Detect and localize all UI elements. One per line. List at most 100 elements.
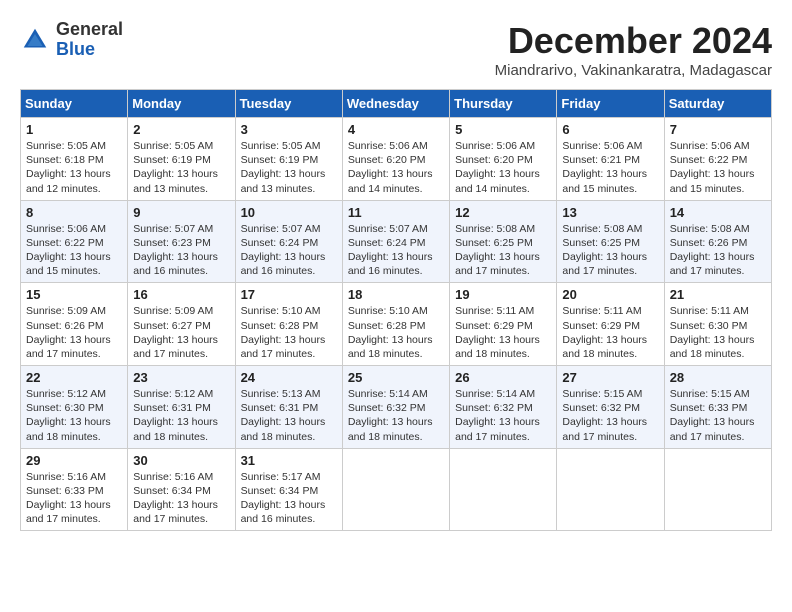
day-of-week-header: Thursday: [450, 90, 557, 118]
day-info: Sunrise: 5:08 AM Sunset: 6:25 PM Dayligh…: [455, 222, 551, 279]
day-info: Sunrise: 5:10 AM Sunset: 6:28 PM Dayligh…: [241, 304, 337, 361]
day-info: Sunrise: 5:17 AM Sunset: 6:34 PM Dayligh…: [241, 470, 337, 527]
logo-blue-text: Blue: [56, 40, 123, 60]
day-number: 25: [348, 370, 444, 385]
calendar-cell: 31Sunrise: 5:17 AM Sunset: 6:34 PM Dayli…: [235, 448, 342, 531]
day-info: Sunrise: 5:14 AM Sunset: 6:32 PM Dayligh…: [348, 387, 444, 444]
day-number: 26: [455, 370, 551, 385]
calendar-cell: [557, 448, 664, 531]
logo-general-text: General: [56, 20, 123, 40]
day-number: 17: [241, 287, 337, 302]
calendar-table: SundayMondayTuesdayWednesdayThursdayFrid…: [20, 89, 772, 531]
day-of-week-header: Tuesday: [235, 90, 342, 118]
day-info: Sunrise: 5:07 AM Sunset: 6:23 PM Dayligh…: [133, 222, 229, 279]
day-number: 2: [133, 122, 229, 137]
calendar-cell: 4 Sunrise: 5:06 AM Sunset: 6:20 PM Daylig…: [342, 118, 449, 201]
day-number: 4: [348, 122, 444, 137]
calendar-cell: [450, 448, 557, 531]
calendar-cell: 1 Sunrise: 5:05 AM Sunset: 6:18 PM Daylig…: [21, 118, 128, 201]
day-number: 19: [455, 287, 551, 302]
calendar-cell: 25 Sunrise: 5:14 AM Sunset: 6:32 PM Dayli…: [342, 366, 449, 449]
day-info: Sunrise: 5:06 AM Sunset: 6:20 PM Dayligh…: [348, 139, 444, 196]
logo-icon: [20, 25, 50, 55]
day-number: 16: [133, 287, 229, 302]
calendar-cell: 24 Sunrise: 5:13 AM Sunset: 6:31 PM Dayli…: [235, 366, 342, 449]
day-info: Sunrise: 5:12 AM Sunset: 6:30 PM Dayligh…: [26, 387, 122, 444]
day-info: Sunrise: 5:05 AM Sunset: 6:19 PM Dayligh…: [133, 139, 229, 196]
day-number: 29: [26, 453, 122, 468]
calendar-week-row: 22Sunrise: 5:12 AM Sunset: 6:30 PM Dayli…: [21, 366, 772, 449]
page-header: General Blue December 2024 Miandrarivo, …: [20, 20, 772, 79]
day-info: Sunrise: 5:13 AM Sunset: 6:31 PM Dayligh…: [241, 387, 337, 444]
day-number: 14: [670, 205, 766, 220]
calendar-cell: 2 Sunrise: 5:05 AM Sunset: 6:19 PM Daylig…: [128, 118, 235, 201]
day-info: Sunrise: 5:06 AM Sunset: 6:22 PM Dayligh…: [670, 139, 766, 196]
day-number: 18: [348, 287, 444, 302]
day-number: 27: [562, 370, 658, 385]
calendar-cell: 17 Sunrise: 5:10 AM Sunset: 6:28 PM Dayli…: [235, 283, 342, 366]
day-info: Sunrise: 5:09 AM Sunset: 6:26 PM Dayligh…: [26, 304, 122, 361]
day-of-week-header: Sunday: [21, 90, 128, 118]
calendar-cell: 27 Sunrise: 5:15 AM Sunset: 6:32 PM Dayli…: [557, 366, 664, 449]
calendar-cell: 15 Sunrise: 5:09 AM Sunset: 6:26 PM Dayli…: [21, 283, 128, 366]
calendar-cell: 7 Sunrise: 5:06 AM Sunset: 6:22 PM Daylig…: [664, 118, 771, 201]
calendar-cell: 13Sunrise: 5:08 AM Sunset: 6:25 PM Dayli…: [557, 200, 664, 283]
calendar-cell: 30 Sunrise: 5:16 AM Sunset: 6:34 PM Dayli…: [128, 448, 235, 531]
calendar-cell: 28Sunrise: 5:15 AM Sunset: 6:33 PM Dayli…: [664, 366, 771, 449]
calendar-cell: 18 Sunrise: 5:10 AM Sunset: 6:28 PM Dayli…: [342, 283, 449, 366]
day-number: 30: [133, 453, 229, 468]
day-number: 10: [241, 205, 337, 220]
calendar-cell: [664, 448, 771, 531]
day-number: 28: [670, 370, 766, 385]
calendar-week-row: 15 Sunrise: 5:09 AM Sunset: 6:26 PM Dayli…: [21, 283, 772, 366]
day-info: Sunrise: 5:08 AM Sunset: 6:25 PM Dayligh…: [562, 222, 658, 279]
day-info: Sunrise: 5:06 AM Sunset: 6:22 PM Dayligh…: [26, 222, 122, 279]
day-info: Sunrise: 5:06 AM Sunset: 6:21 PM Dayligh…: [562, 139, 658, 196]
day-number: 11: [348, 205, 444, 220]
calendar-cell: 20 Sunrise: 5:11 AM Sunset: 6:29 PM Dayli…: [557, 283, 664, 366]
calendar-cell: 16 Sunrise: 5:09 AM Sunset: 6:27 PM Dayli…: [128, 283, 235, 366]
day-info: Sunrise: 5:07 AM Sunset: 6:24 PM Dayligh…: [348, 222, 444, 279]
calendar-cell: 11 Sunrise: 5:07 AM Sunset: 6:24 PM Dayli…: [342, 200, 449, 283]
calendar-week-row: 29 Sunrise: 5:16 AM Sunset: 6:33 PM Dayli…: [21, 448, 772, 531]
day-of-week-header: Monday: [128, 90, 235, 118]
calendar-cell: 26Sunrise: 5:14 AM Sunset: 6:32 PM Dayli…: [450, 366, 557, 449]
calendar-cell: 29 Sunrise: 5:16 AM Sunset: 6:33 PM Dayli…: [21, 448, 128, 531]
day-info: Sunrise: 5:16 AM Sunset: 6:33 PM Dayligh…: [26, 470, 122, 527]
day-number: 23: [133, 370, 229, 385]
day-info: Sunrise: 5:10 AM Sunset: 6:28 PM Dayligh…: [348, 304, 444, 361]
day-info: Sunrise: 5:05 AM Sunset: 6:19 PM Dayligh…: [241, 139, 337, 196]
calendar-cell: 22Sunrise: 5:12 AM Sunset: 6:30 PM Dayli…: [21, 366, 128, 449]
calendar-cell: 8Sunrise: 5:06 AM Sunset: 6:22 PM Daylig…: [21, 200, 128, 283]
day-info: Sunrise: 5:08 AM Sunset: 6:26 PM Dayligh…: [670, 222, 766, 279]
day-info: Sunrise: 5:16 AM Sunset: 6:34 PM Dayligh…: [133, 470, 229, 527]
day-info: Sunrise: 5:05 AM Sunset: 6:18 PM Dayligh…: [26, 139, 122, 196]
month-title: December 2024: [495, 20, 772, 62]
day-of-week-header: Friday: [557, 90, 664, 118]
calendar-cell: 10 Sunrise: 5:07 AM Sunset: 6:24 PM Dayli…: [235, 200, 342, 283]
day-number: 24: [241, 370, 337, 385]
day-number: 3: [241, 122, 337, 137]
day-number: 15: [26, 287, 122, 302]
calendar-cell: 6 Sunrise: 5:06 AM Sunset: 6:21 PM Daylig…: [557, 118, 664, 201]
day-number: 5: [455, 122, 551, 137]
calendar-week-row: 8Sunrise: 5:06 AM Sunset: 6:22 PM Daylig…: [21, 200, 772, 283]
day-info: Sunrise: 5:11 AM Sunset: 6:29 PM Dayligh…: [562, 304, 658, 361]
day-number: 7: [670, 122, 766, 137]
calendar-cell: 21 Sunrise: 5:11 AM Sunset: 6:30 PM Dayli…: [664, 283, 771, 366]
day-number: 9: [133, 205, 229, 220]
day-info: Sunrise: 5:07 AM Sunset: 6:24 PM Dayligh…: [241, 222, 337, 279]
day-info: Sunrise: 5:11 AM Sunset: 6:30 PM Dayligh…: [670, 304, 766, 361]
day-info: Sunrise: 5:15 AM Sunset: 6:32 PM Dayligh…: [562, 387, 658, 444]
day-number: 21: [670, 287, 766, 302]
day-info: Sunrise: 5:06 AM Sunset: 6:20 PM Dayligh…: [455, 139, 551, 196]
day-of-week-header: Saturday: [664, 90, 771, 118]
calendar-cell: 12 Sunrise: 5:08 AM Sunset: 6:25 PM Dayli…: [450, 200, 557, 283]
day-info: Sunrise: 5:09 AM Sunset: 6:27 PM Dayligh…: [133, 304, 229, 361]
day-number: 1: [26, 122, 122, 137]
day-number: 6: [562, 122, 658, 137]
day-info: Sunrise: 5:12 AM Sunset: 6:31 PM Dayligh…: [133, 387, 229, 444]
day-number: 20: [562, 287, 658, 302]
day-number: 12: [455, 205, 551, 220]
calendar-cell: 19Sunrise: 5:11 AM Sunset: 6:29 PM Dayli…: [450, 283, 557, 366]
